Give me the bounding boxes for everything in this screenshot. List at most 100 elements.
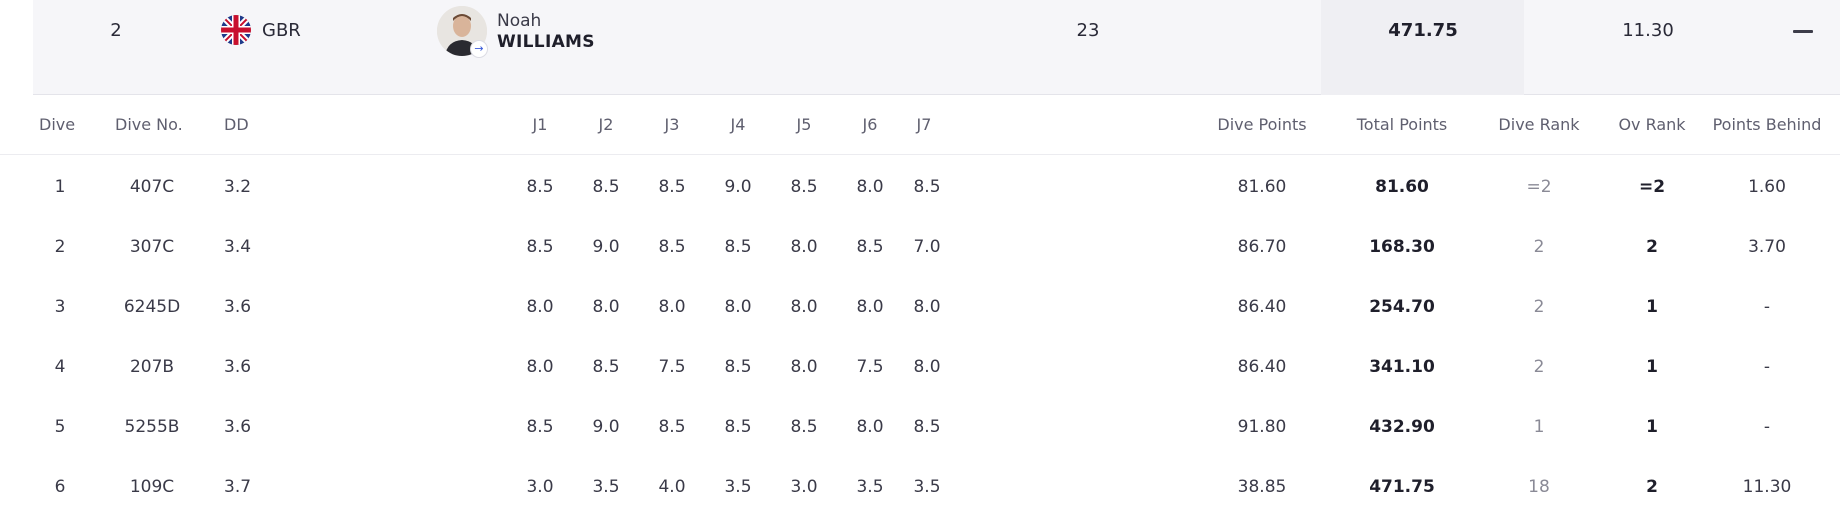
cell-dd: 3.7 [224, 477, 252, 497]
cell-j3: 8.5 [658, 177, 686, 197]
cell-points-behind: 1.60 [1748, 177, 1786, 197]
cell-dive-points: 38.85 [1237, 477, 1287, 497]
cell-dive-no: 6245D [123, 297, 181, 317]
cell-j6: 8.0 [856, 417, 884, 437]
cell-j5: 8.0 [790, 357, 818, 377]
cell-j6: 7.5 [856, 357, 884, 377]
cell-j3: 7.5 [658, 357, 686, 377]
cell-ov-rank: 1 [1646, 357, 1658, 377]
table-row: 5 5255B 3.6 8.5 9.0 8.5 8.5 8.5 8.0 8.5 91.80 432.9… [0, 395, 1840, 455]
cell-j4: 8.5 [724, 417, 752, 437]
cell-dive: 6 [54, 477, 66, 497]
cell-j5: 8.0 [790, 297, 818, 317]
cell-dive: 3 [54, 297, 66, 317]
cell-j4: 9.0 [724, 177, 752, 197]
cell-j2: 9.0 [592, 237, 620, 257]
athlete-rank: 2 [110, 20, 122, 41]
cell-j3: 8.0 [658, 297, 686, 317]
cell-j6: 8.5 [856, 237, 884, 257]
cell-j1: 8.5 [526, 417, 554, 437]
cell-j7: 8.5 [913, 417, 941, 437]
cell-j3: 8.5 [658, 417, 686, 437]
col-total-points: Total Points [1356, 115, 1448, 134]
cell-points-behind: - [1763, 297, 1771, 317]
col-dive: Dive [39, 115, 76, 134]
col-ov-rank: Ov Rank [1618, 115, 1686, 134]
cell-dive-points: 86.40 [1237, 357, 1287, 377]
cell-ov-rank: =2 [1638, 177, 1666, 197]
cell-dd: 3.4 [224, 237, 252, 257]
cell-j3: 8.5 [658, 237, 686, 257]
cell-dive-rank: 2 [1533, 357, 1545, 377]
table-row: 4 207B 3.6 8.0 8.5 7.5 8.5 8.0 7.5 8.0 86.40 341.10… [0, 335, 1840, 395]
cell-dive-rank: 2 [1533, 237, 1545, 257]
union-jack-flag-icon [221, 15, 251, 45]
cell-j7: 7.0 [913, 237, 941, 257]
cell-ov-rank: 2 [1646, 237, 1658, 257]
cell-dive: 2 [54, 237, 66, 257]
col-dive-no: Dive No. [115, 115, 183, 134]
profile-link-arrow-icon[interactable]: → [470, 40, 488, 58]
cell-points-behind: - [1763, 357, 1771, 377]
cell-j6: 8.0 [856, 297, 884, 317]
cell-j7: 8.0 [913, 297, 941, 317]
cell-j1: 8.0 [526, 297, 554, 317]
cell-j1: 8.5 [526, 237, 554, 257]
cell-dive-no: 109C [129, 477, 175, 497]
cell-j2: 8.0 [592, 297, 620, 317]
cell-ov-rank: 1 [1646, 417, 1658, 437]
cell-j1: 3.0 [526, 477, 554, 497]
col-points-behind: Points Behind [1712, 115, 1822, 134]
athlete-age: 23 [1076, 20, 1100, 41]
cell-dive: 1 [54, 177, 66, 197]
cell-dive-points: 86.40 [1237, 297, 1287, 317]
cell-dd: 3.2 [224, 177, 252, 197]
cell-j1: 8.0 [526, 357, 554, 377]
cell-dive-no: 5255B [124, 417, 180, 437]
cell-j7: 8.5 [913, 177, 941, 197]
cell-j7: 8.0 [913, 357, 941, 377]
dive-table-header: Dive Dive No. DD J1 J2 J3 J4 J5 J6 J7 Di… [0, 95, 1840, 155]
cell-total-points: 432.90 [1369, 417, 1435, 437]
athlete-points-behind: 11.30 [1622, 20, 1674, 41]
col-j3: J3 [664, 115, 680, 134]
col-dive-points: Dive Points [1217, 115, 1307, 134]
cell-j4: 8.5 [724, 357, 752, 377]
cell-j5: 8.0 [790, 237, 818, 257]
table-row: 3 6245D 3.6 8.0 8.0 8.0 8.0 8.0 8.0 8.0 86.40 254.7… [0, 275, 1840, 335]
cell-j4: 3.5 [724, 477, 752, 497]
table-row: 6 109C 3.7 3.0 3.5 4.0 3.5 3.0 3.5 3.5 38.85 471.75… [0, 455, 1840, 515]
cell-total-points: 81.60 [1375, 177, 1429, 197]
cell-j2: 3.5 [592, 477, 620, 497]
cell-j2: 9.0 [592, 417, 620, 437]
minus-icon[interactable] [1793, 30, 1813, 33]
cell-dive-no: 307C [129, 237, 175, 257]
cell-j4: 8.5 [724, 237, 752, 257]
col-j5: J5 [796, 115, 812, 134]
table-row: 1 407C 3.2 8.5 8.5 8.5 9.0 8.5 8.0 8.5 81.60 81.60 =… [0, 155, 1840, 215]
cell-dd: 3.6 [224, 297, 252, 317]
col-dd: DD [224, 115, 249, 134]
cell-j6: 8.0 [856, 177, 884, 197]
cell-total-points: 471.75 [1369, 477, 1435, 497]
cell-dive-rank: 18 [1528, 477, 1550, 497]
cell-j2: 8.5 [592, 357, 620, 377]
col-j1: J1 [532, 115, 548, 134]
cell-j3: 4.0 [658, 477, 686, 497]
athlete-summary-row[interactable] [33, 0, 1840, 95]
cell-dive-rank: =2 [1526, 177, 1552, 197]
country-code: GBR [262, 20, 301, 41]
col-j7: J7 [916, 115, 932, 134]
athlete-total-points: 471.75 [1388, 20, 1458, 41]
cell-dive-no: 207B [129, 357, 175, 377]
cell-dive-points: 86.70 [1237, 237, 1287, 257]
cell-j2: 8.5 [592, 177, 620, 197]
cell-points-behind: 3.70 [1748, 237, 1786, 257]
col-j4: J4 [730, 115, 746, 134]
athlete-family-name[interactable]: WILLIAMS [497, 32, 595, 52]
total-points-highlight [1321, 0, 1524, 95]
cell-ov-rank: 1 [1646, 297, 1658, 317]
cell-dive-points: 91.80 [1237, 417, 1287, 437]
cell-dd: 3.6 [224, 357, 252, 377]
table-row: 2 307C 3.4 8.5 9.0 8.5 8.5 8.0 8.5 7.0 86.70 168.30… [0, 215, 1840, 275]
